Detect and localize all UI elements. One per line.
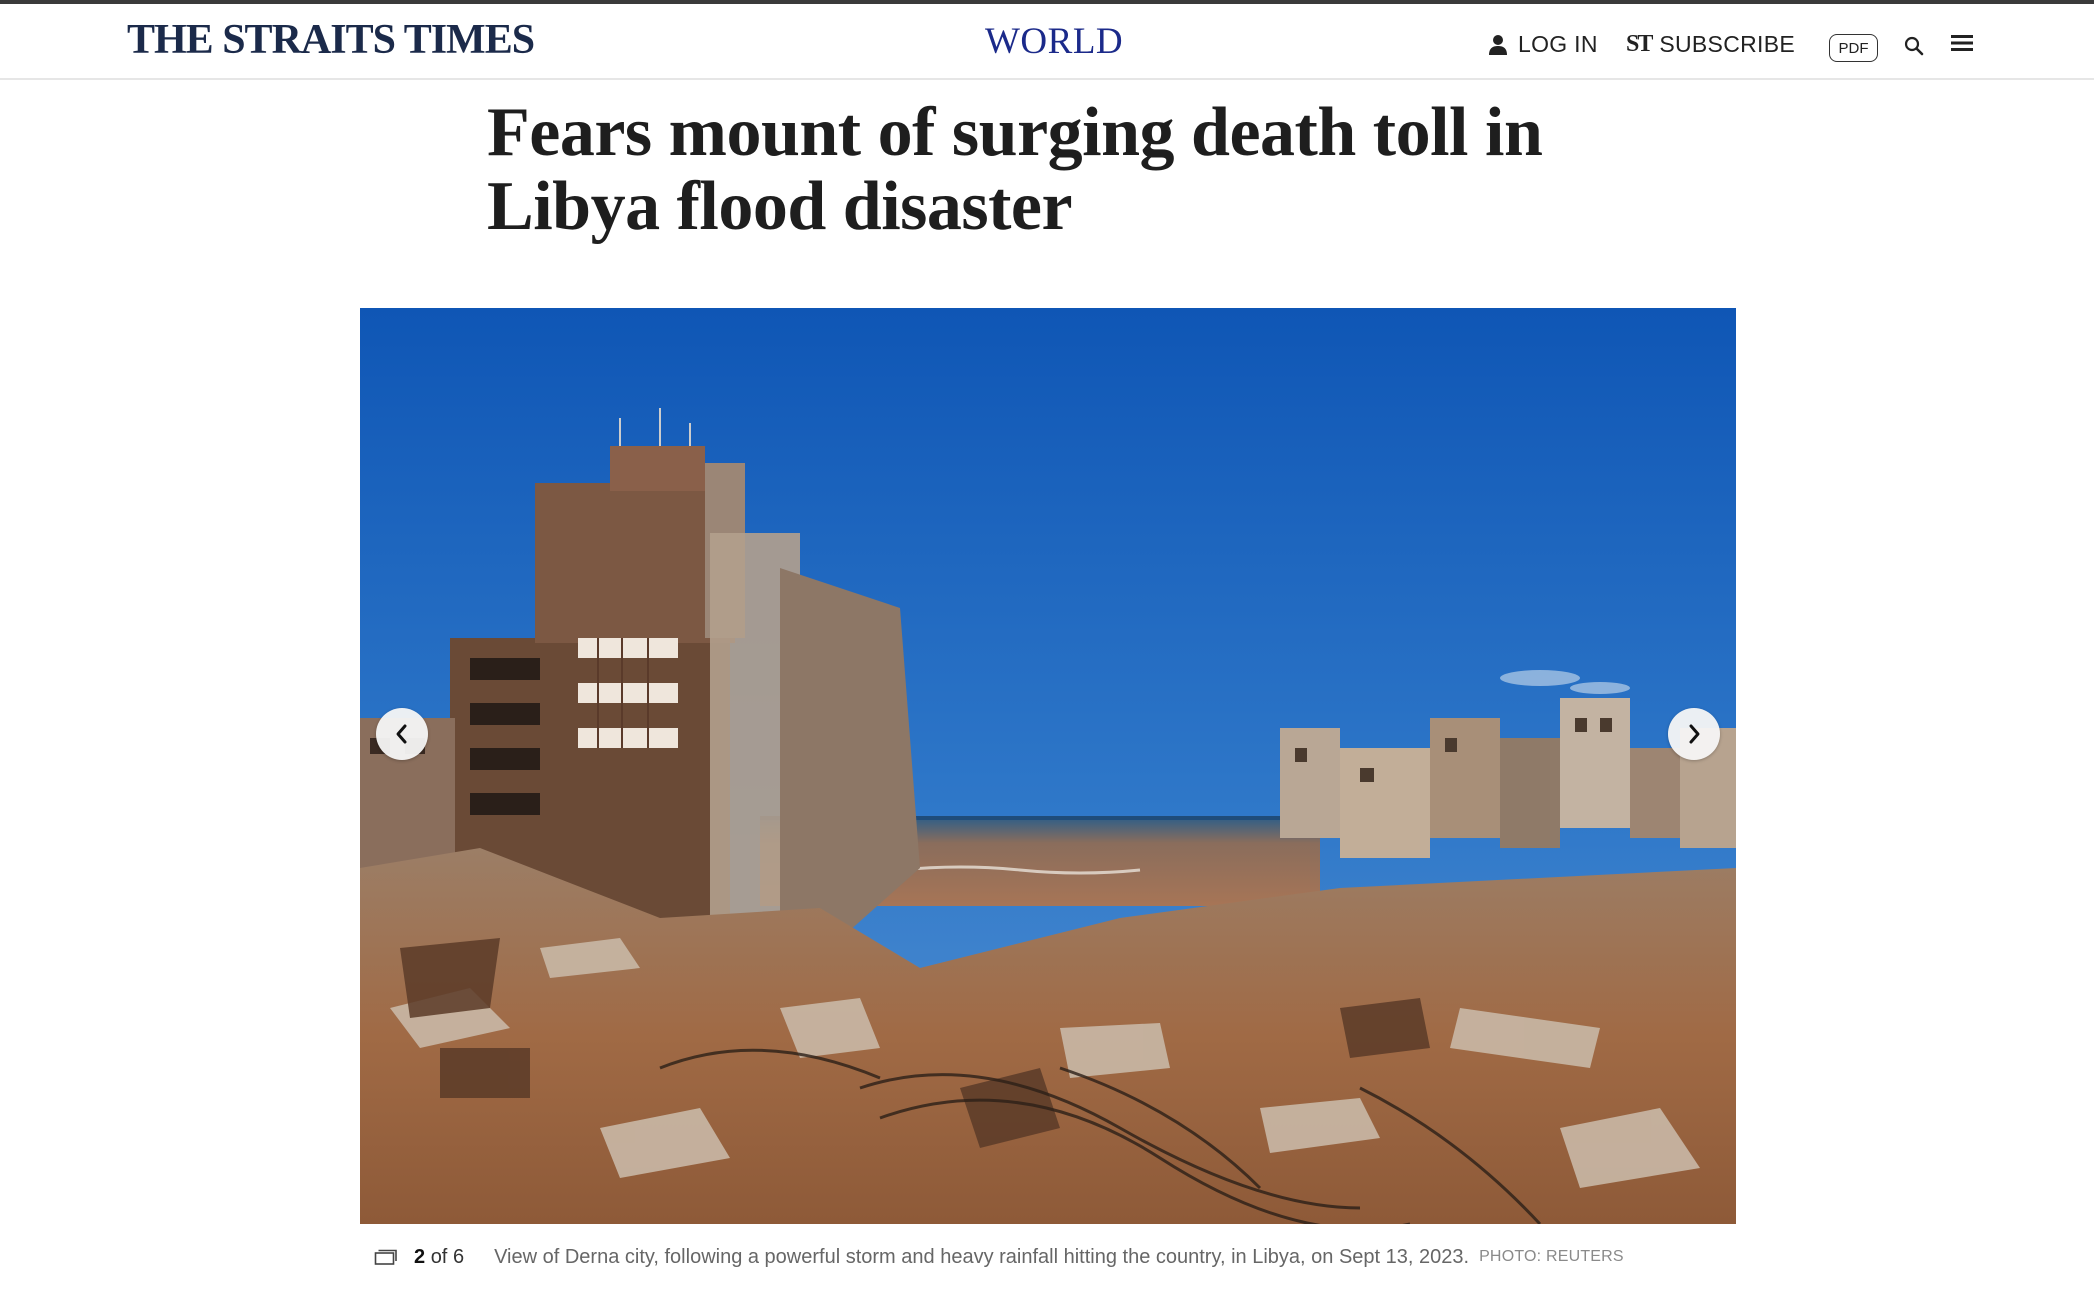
photo-caption: View of Derna city, following a powerful… [494,1245,1470,1268]
gallery-photo[interactable] [360,308,1736,1224]
gallery-prev-button[interactable] [376,708,428,760]
flood-damage-photo [360,308,1736,1224]
site-logo[interactable]: THE STRAITS TIMES [127,16,535,64]
chevron-left-icon [396,724,407,744]
hamburger-menu-icon [1951,35,1973,51]
gallery-icon [374,1249,397,1265]
photo-credit: PHOTO: REUTERS [1479,1248,1624,1265]
menu-button[interactable] [1950,32,1976,58]
subscribe-link[interactable]: ST SUBSCRIBE [1626,31,1795,58]
article-headline: Fears mount of surging death toll in Lib… [487,94,1543,245]
gallery-counter: 2 of 6 [414,1246,464,1269]
st-logo-icon: ST [1626,31,1653,57]
gallery-current: 2 [414,1245,426,1268]
pdf-button[interactable]: PDF [1829,34,1878,62]
gallery-caption-row: 2 of 6 View of Derna city, following a p… [374,1242,1624,1272]
subscribe-label: SUBSCRIBE [1659,31,1795,57]
section-title[interactable]: WORLD [985,20,1123,63]
chevron-right-icon [1689,724,1700,744]
site-header: THE STRAITS TIMES WORLD LOG IN ST SUBSCR… [0,4,2094,80]
login-label: LOG IN [1518,31,1598,57]
gallery-next-button[interactable] [1668,708,1720,760]
user-icon [1489,34,1507,55]
login-link[interactable]: LOG IN [1488,31,1598,58]
gallery-total: 6 [452,1245,465,1268]
search-icon [1904,36,1924,56]
gallery-of: of [430,1245,448,1268]
search-button[interactable] [1903,35,1929,61]
